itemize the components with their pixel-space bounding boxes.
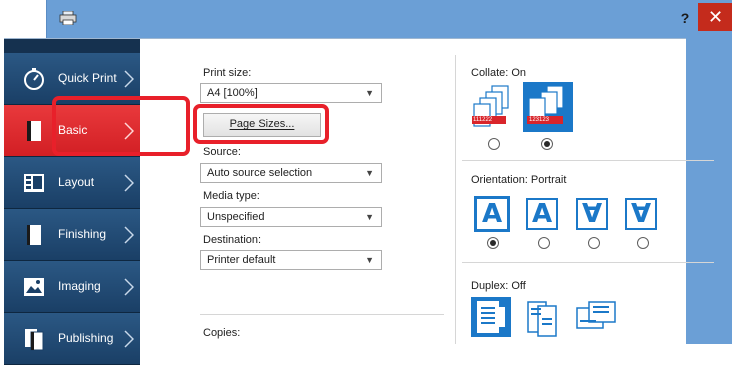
chevron-right-icon — [124, 174, 134, 192]
page-sizes-button-label: Page Sizes... — [229, 118, 295, 130]
duplex-off-option[interactable] — [471, 297, 511, 337]
collate-off-radio[interactable] — [488, 138, 500, 150]
orientation-landscape-rotated-radio[interactable] — [637, 237, 649, 249]
source-select[interactable]: Auto source selection ▼ — [200, 163, 382, 183]
portrait-a-icon: A — [477, 199, 507, 229]
sidebar-item-publishing[interactable]: Publishing — [4, 313, 140, 365]
collate-label: Collate: On — [471, 67, 527, 79]
highlight-box-basic — [52, 96, 190, 156]
sidebar-item-label: Quick Print — [58, 71, 117, 85]
chevron-right-icon — [124, 70, 134, 88]
sidebar-item-label: Imaging — [58, 279, 101, 293]
collate-on-icon — [527, 85, 564, 124]
collate-off-option[interactable]: 111222 — [470, 84, 516, 130]
chevron-down-icon: ▼ — [365, 255, 374, 265]
sidebar-item-layout[interactable]: Layout — [4, 157, 140, 209]
source-value: Auto source selection — [207, 167, 313, 179]
image-icon — [24, 278, 44, 296]
collate-on-option[interactable]: 123123 — [523, 82, 573, 132]
duplex-short-edge-icon[interactable] — [575, 300, 617, 338]
printer-icon — [59, 11, 77, 25]
orientation-label: Orientation: Portrait — [471, 174, 567, 186]
page-sizes-button[interactable]: Page Sizes... — [203, 113, 321, 137]
sidebar-item-label: Publishing — [58, 331, 114, 345]
divider — [200, 314, 444, 315]
duplex-off-icon — [477, 301, 505, 333]
help-button[interactable]: ? — [675, 8, 695, 28]
sidebar: Quick Print Basic Layout Finishing Imagi… — [4, 39, 140, 365]
print-size-value: A4 [100%] — [207, 87, 258, 99]
orientation-portrait-rotated-icon[interactable]: ∀ — [576, 198, 608, 230]
duplex-label: Duplex: Off — [471, 280, 526, 292]
publishing-icon — [25, 329, 44, 351]
stopwatch-icon — [24, 68, 44, 90]
chevron-right-icon — [124, 278, 134, 296]
copies-label: Copies: — [203, 327, 241, 339]
chevron-right-icon — [124, 330, 134, 348]
window-title-blurred — [275, 13, 505, 25]
orientation-portrait-option[interactable]: A — [474, 196, 510, 232]
duplex-long-edge-icon[interactable] — [524, 300, 562, 338]
sidebar-item-label: Finishing — [58, 227, 107, 241]
layout-grid-icon — [24, 174, 44, 192]
close-button[interactable]: ✕ — [698, 3, 732, 31]
orientation-landscape-radio[interactable] — [538, 237, 550, 249]
orientation-portrait-radio[interactable] — [487, 237, 499, 249]
orientation-landscape-icon[interactable]: A — [526, 198, 558, 230]
source-label: Source: — [203, 146, 241, 158]
vertical-divider — [455, 55, 456, 344]
print-size-select[interactable]: A4 [100%] ▼ — [200, 83, 382, 103]
media-type-label: Media type: — [203, 190, 260, 202]
chevron-down-icon: ▼ — [365, 88, 374, 98]
page-icon — [27, 121, 41, 141]
orientation-portrait-rotated-radio[interactable] — [588, 237, 600, 249]
chevron-right-icon — [124, 226, 134, 244]
media-type-select[interactable]: Unspecified ▼ — [200, 207, 382, 227]
collate-on-radio[interactable] — [541, 138, 553, 150]
sidebar-item-label: Layout — [58, 175, 95, 189]
chevron-down-icon: ▼ — [365, 168, 374, 178]
sidebar-item-imaging[interactable]: Imaging — [4, 261, 140, 313]
destination-select[interactable]: Printer default ▼ — [200, 250, 382, 270]
title-bar: ? ✕ — [47, 0, 732, 38]
print-size-label: Print size: — [203, 67, 252, 79]
destination-label: Destination: — [203, 234, 262, 246]
divider — [462, 262, 714, 263]
collate-off-icon-text: 111222 — [473, 117, 493, 123]
sidebar-item-finishing[interactable]: Finishing — [4, 209, 140, 261]
collate-on-icon-text: 123123 — [529, 117, 550, 123]
media-type-value: Unspecified — [207, 211, 265, 223]
collate-off-icon — [472, 85, 509, 127]
divider — [462, 160, 714, 161]
destination-value: Printer default — [207, 254, 276, 266]
finishing-icon — [27, 225, 41, 245]
orientation-landscape-rotated-icon[interactable]: ∀ — [625, 198, 657, 230]
chevron-down-icon: ▼ — [365, 212, 374, 222]
